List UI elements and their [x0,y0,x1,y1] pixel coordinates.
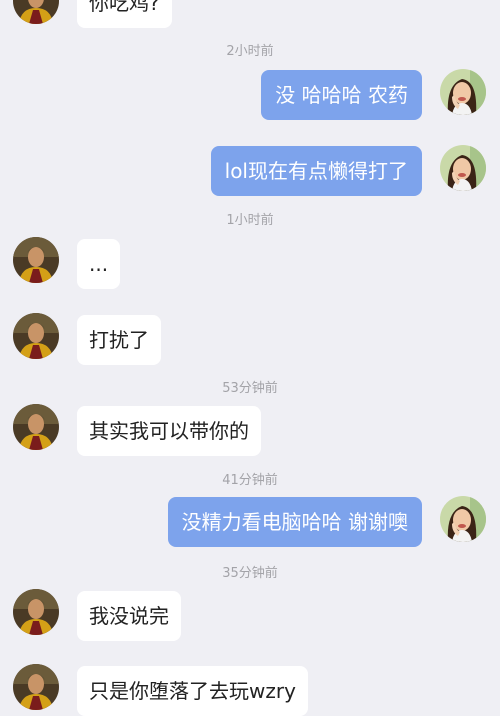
woman-portrait-icon [440,145,486,191]
timestamp: 41分钟前 [222,473,278,488]
man-portrait-icon [13,237,59,283]
self-avatar[interactable] [440,145,486,191]
man-portrait-icon [13,313,59,359]
timestamp: 1小时前 [226,213,274,228]
man-portrait-icon [13,404,59,450]
timestamp: 53分钟前 [222,381,278,396]
message-bubble-outgoing[interactable]: 没精力看电脑哈哈 谢谢噢 [167,497,422,547]
message-bubble-outgoing[interactable]: 没 哈哈哈 农药 [261,70,422,120]
message-bubble-incoming[interactable]: 你吃鸡? [77,0,172,28]
self-avatar[interactable] [440,496,486,542]
message-bubble-incoming[interactable]: 打扰了 [77,315,161,365]
contact-avatar[interactable] [13,589,59,635]
woman-portrait-icon [440,69,486,115]
message-bubble-incoming[interactable]: 我没说完 [77,591,181,641]
man-portrait-icon [13,664,59,710]
contact-avatar[interactable] [13,0,59,24]
message-bubble-incoming[interactable]: 只是你堕落了去玩wzry [77,666,308,716]
woman-portrait-icon [440,496,486,542]
self-avatar[interactable] [440,69,486,115]
man-portrait-icon [13,0,59,24]
contact-avatar[interactable] [13,404,59,450]
message-bubble-incoming[interactable]: 其实我可以带你的 [77,406,261,456]
man-portrait-icon [13,589,59,635]
contact-avatar[interactable] [13,237,59,283]
contact-avatar[interactable] [13,664,59,710]
contact-avatar[interactable] [13,313,59,359]
message-bubble-incoming[interactable]: ... [77,239,121,289]
timestamp: 2小时前 [226,44,274,59]
message-bubble-outgoing[interactable]: lol现在有点懒得打了 [210,146,422,196]
timestamp: 35分钟前 [222,566,278,581]
